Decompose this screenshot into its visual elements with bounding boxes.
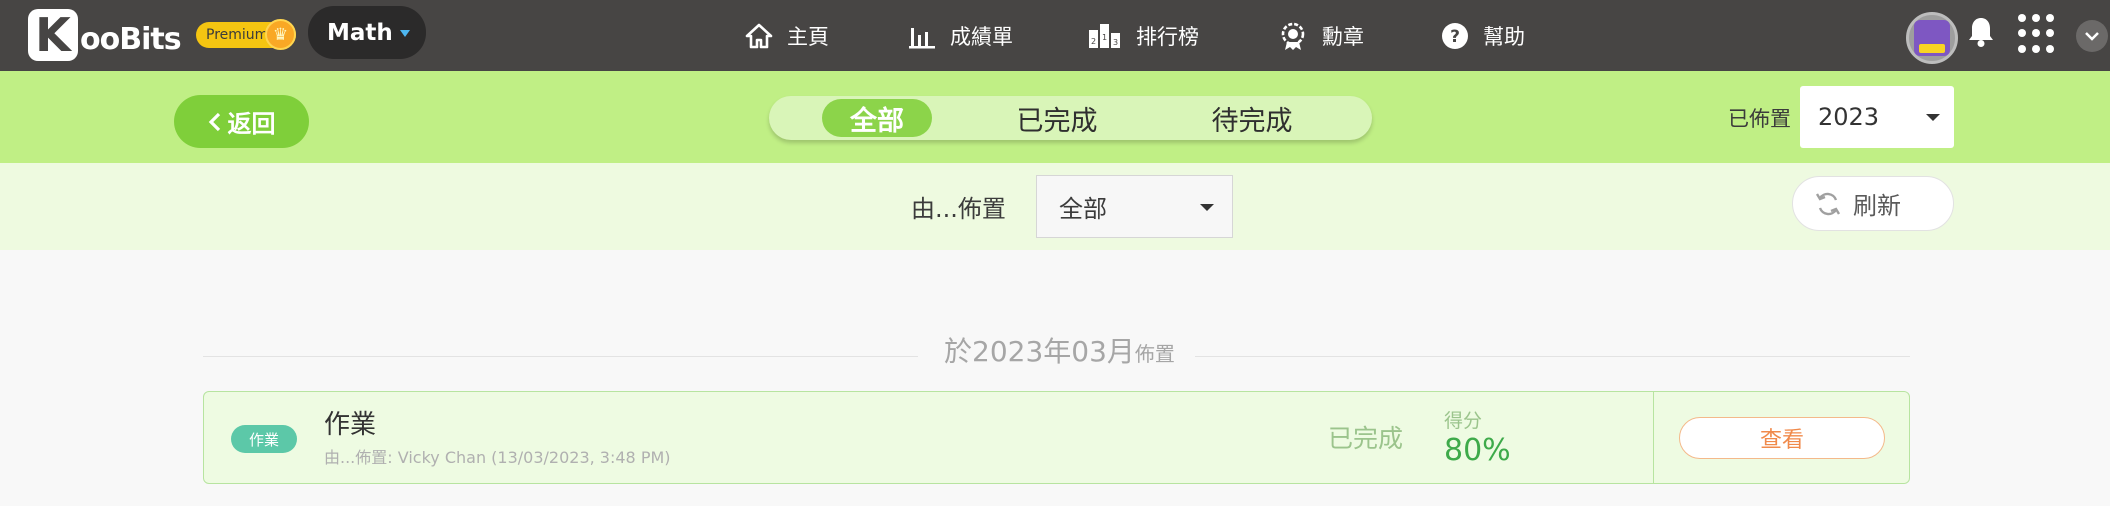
premium-badge: Premium ♛ bbox=[196, 19, 296, 50]
help-icon: ? bbox=[1442, 22, 1468, 49]
assignment-status: 已完成 bbox=[1328, 424, 1404, 453]
medal-icon bbox=[1281, 22, 1305, 50]
chevron-left-icon bbox=[208, 112, 220, 131]
status-filter-bar: 返回 全部 已完成 待完成 已佈置 2023 bbox=[0, 71, 2110, 163]
month-section-title: 於2023年03月佈置 bbox=[944, 330, 1175, 370]
logo-k-mark: K bbox=[28, 8, 78, 62]
account-menu-toggle[interactable] bbox=[2076, 20, 2108, 52]
assigned-by-value: 全部 bbox=[1059, 195, 1107, 223]
assigned-by-label: 由...佈置 bbox=[911, 195, 1006, 223]
svg-text:1: 1 bbox=[1102, 33, 1107, 42]
year-value: 2023 bbox=[1818, 103, 1880, 131]
refresh-label: 刷新 bbox=[1853, 192, 1901, 220]
chevron-down-icon bbox=[2085, 32, 2099, 41]
svg-text:?: ? bbox=[1450, 27, 1460, 47]
section-divider-left bbox=[203, 356, 918, 357]
nav-item-leaderboard[interactable]: 2 1 3 排行榜 bbox=[1088, 0, 1199, 71]
assigned-by-select[interactable]: 全部 bbox=[1036, 175, 1233, 238]
premium-label: Premium bbox=[206, 27, 269, 43]
nav-leaderboard-label: 排行榜 bbox=[1136, 24, 1199, 49]
score-label: 得分 bbox=[1444, 410, 1483, 432]
section-divider-right bbox=[1195, 356, 1910, 357]
caret-down-icon bbox=[400, 30, 410, 37]
section-title-main: 於2023年03月 bbox=[944, 335, 1135, 368]
tab-all[interactable]: 全部 bbox=[822, 99, 932, 137]
caret-down-icon bbox=[1200, 204, 1214, 211]
status-segmented-control: 全部 已完成 待完成 bbox=[769, 96, 1372, 140]
refresh-icon bbox=[1815, 192, 1841, 215]
section-title-suffix: 佈置 bbox=[1134, 342, 1175, 366]
crown-icon: ♛ bbox=[265, 19, 296, 50]
subject-label: Math bbox=[327, 19, 393, 46]
card-divider bbox=[1653, 392, 1654, 483]
nav-item-home[interactable]: 主頁 bbox=[745, 0, 829, 71]
assigned-by-filter-bar: 由...佈置 全部 刷新 bbox=[0, 163, 2110, 250]
tab-pending[interactable]: 待完成 bbox=[1187, 99, 1317, 137]
nav-help-label: 幫助 bbox=[1483, 24, 1525, 49]
apps-grid-icon[interactable] bbox=[2018, 14, 2058, 54]
assignment-title: 作業 bbox=[324, 410, 377, 440]
logo-wordmark: ooBits bbox=[80, 21, 182, 57]
nav-report-label: 成績單 bbox=[950, 24, 1013, 49]
nav-item-report[interactable]: 成績單 bbox=[908, 0, 1013, 71]
nav-home-label: 主頁 bbox=[787, 24, 829, 49]
tab-completed[interactable]: 已完成 bbox=[997, 99, 1117, 137]
subject-selector[interactable]: Math bbox=[308, 6, 426, 59]
year-select[interactable]: 2023 bbox=[1800, 86, 1954, 148]
avatar[interactable] bbox=[1906, 12, 1958, 64]
svg-text:2: 2 bbox=[1091, 37, 1096, 46]
assignment-assigned-by: 由...佈置: Vicky Chan (13/03/2023, 3:48 PM) bbox=[324, 448, 671, 467]
home-icon bbox=[745, 23, 773, 48]
top-bar: K ooBits Premium ♛ Math 主頁 成績單 2 1 3 排行榜… bbox=[0, 0, 2110, 71]
bar-chart-icon bbox=[909, 27, 935, 48]
avatar-image bbox=[1914, 20, 1950, 56]
back-label: 返回 bbox=[227, 110, 276, 138]
nav-item-help[interactable]: ? 幫助 bbox=[1441, 0, 1525, 71]
leaderboard-icon: 2 1 3 bbox=[1089, 23, 1120, 48]
back-button[interactable]: 返回 bbox=[174, 95, 309, 148]
caret-down-icon bbox=[1926, 114, 1940, 121]
nav-item-medals[interactable]: 勳章 bbox=[1278, 0, 1364, 71]
assigned-year-label: 已佈置 bbox=[1728, 107, 1791, 131]
assignment-type-tag: 作業 bbox=[231, 425, 297, 453]
assignment-card[interactable]: 作業 作業 由...佈置: Vicky Chan (13/03/2023, 3:… bbox=[203, 391, 1910, 484]
svg-text:3: 3 bbox=[1113, 38, 1118, 47]
bell-icon[interactable] bbox=[1967, 16, 1995, 52]
score-value: 80% bbox=[1444, 433, 1511, 468]
nav-medals-label: 勳章 bbox=[1322, 24, 1364, 49]
koobits-logo[interactable]: K ooBits bbox=[28, 8, 182, 62]
view-button[interactable]: 查看 bbox=[1679, 417, 1885, 459]
refresh-button[interactable]: 刷新 bbox=[1792, 176, 1954, 231]
